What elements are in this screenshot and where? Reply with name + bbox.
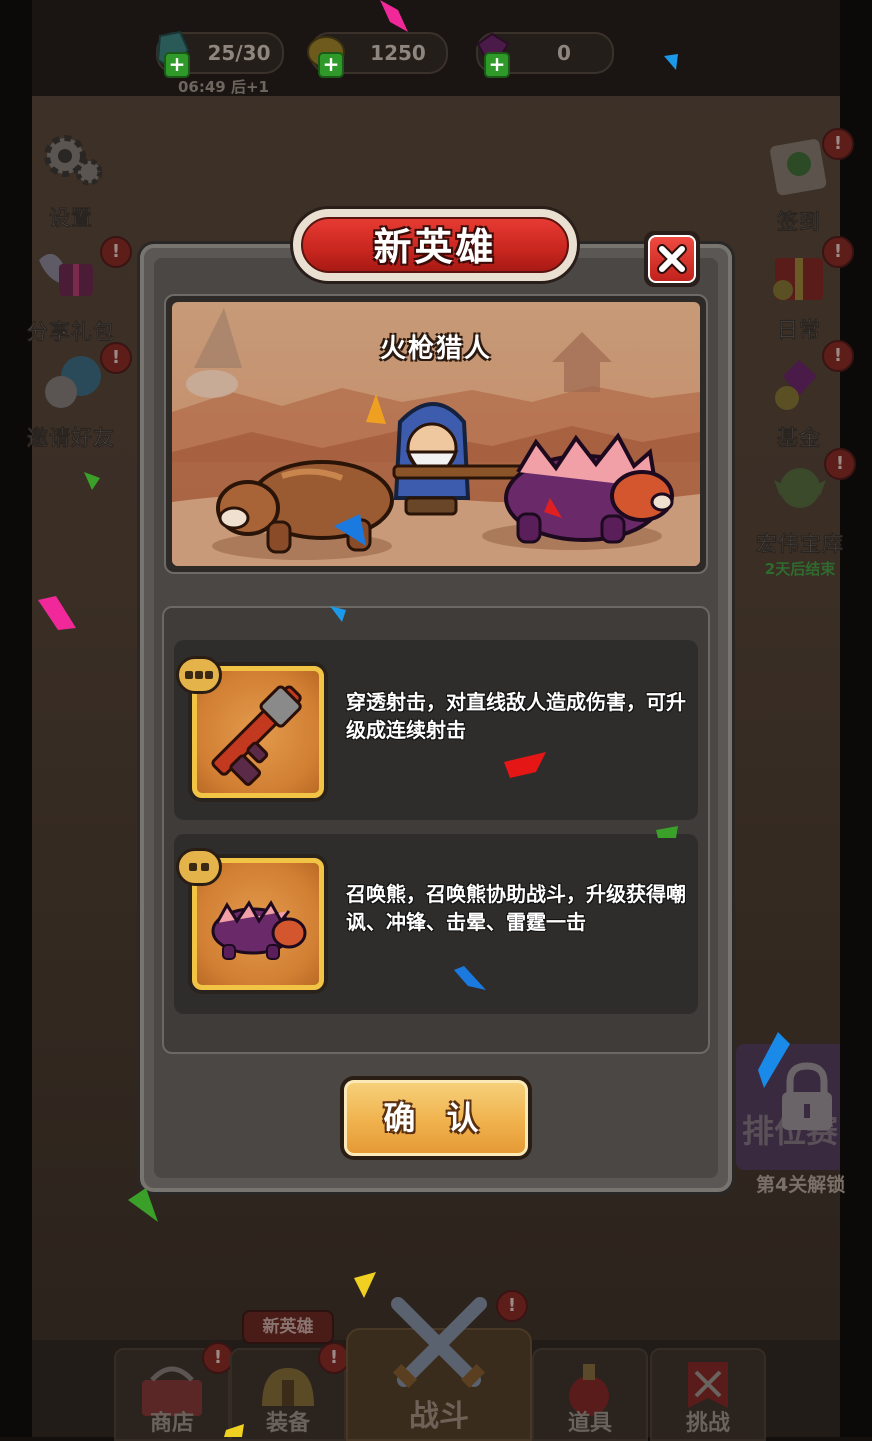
nav-items-label: 道具 (567, 1411, 612, 1436)
confetti-piece (504, 752, 546, 778)
nav-shop-label: 商店 (149, 1411, 194, 1436)
confetti-piece (366, 394, 386, 424)
skill-level-tag (176, 656, 222, 694)
confirm-button-face: 确 认 (344, 1080, 528, 1156)
close-icon (657, 244, 687, 274)
checkin-label: 签到 (777, 210, 821, 235)
confetti-piece (330, 606, 346, 622)
hero-name: 火枪猎人 (379, 334, 492, 364)
confetti-piece (380, 0, 408, 32)
nav-equip-label: 装备 (265, 1411, 310, 1436)
checkin-alert-badge: ! (822, 128, 854, 160)
hero-showcase-panel: 火枪猎人 (164, 294, 708, 574)
add-energy-icon[interactable]: + (164, 52, 190, 78)
share-gift-alert-badge: ! (100, 236, 132, 268)
settings-button[interactable]: 设置 (16, 126, 126, 232)
title-banner-ribbon: 新英雄 (301, 217, 569, 273)
friends-icon (45, 356, 101, 408)
level-pips-icon (189, 863, 209, 871)
confetti-piece (354, 1272, 376, 1298)
confetti-piece (84, 472, 100, 490)
crossed-swords-icon (391, 1297, 487, 1389)
nav-challenge-tab[interactable]: 挑战 (650, 1348, 766, 1441)
nav-items-tab[interactable]: 道具 (532, 1348, 648, 1441)
daily-alert-badge: ! (822, 236, 854, 268)
dialog-title-banner: 新英雄 (290, 206, 580, 284)
winged-gift-icon (39, 253, 93, 296)
nav-fight-tab[interactable]: ! 战斗 (346, 1290, 532, 1441)
confetti-piece (758, 1032, 790, 1088)
gear-icon (44, 135, 103, 186)
skill-level-tag (176, 848, 222, 886)
skill-card[interactable] (176, 656, 328, 802)
dialog-title: 新英雄 (373, 225, 497, 269)
gold-counter[interactable]: + 1250 (307, 32, 448, 78)
invite-label: 邀请好友 (27, 426, 115, 451)
nav-equip-tab[interactable]: ! 装备 (230, 1342, 350, 1441)
fund-button[interactable]: ! 基金 (744, 340, 854, 452)
close-button[interactable] (644, 231, 700, 287)
share-gift-label: 分享礼包 (27, 320, 115, 345)
level-pips-icon (185, 671, 213, 679)
energy-timer: 06:49 后+1 (178, 78, 269, 96)
confirm-label: 确 认 (383, 1099, 489, 1137)
settings-label: 设置 (49, 206, 93, 231)
nav-challenge-label: 挑战 (685, 1411, 730, 1436)
add-gold-icon[interactable]: + (318, 52, 344, 78)
confetti-piece (544, 498, 562, 518)
share-gift-button[interactable]: ! 分享礼包 (16, 236, 132, 346)
invite-friends-button[interactable]: ! 邀请好友 (16, 342, 132, 452)
gem-value: 0 (557, 41, 571, 65)
confetti-piece (224, 1424, 244, 1437)
add-gem-icon[interactable]: + (484, 52, 510, 78)
fund-alert-badge: ! (822, 340, 854, 372)
confetti-piece (454, 966, 486, 990)
nav-fight-label: 战斗 (409, 1399, 469, 1434)
confetti-piece (38, 596, 76, 630)
treasure-alert-badge: ! (824, 448, 856, 480)
confirm-button[interactable]: 确 认 (340, 1076, 532, 1160)
confetti-piece (334, 514, 366, 546)
skill-description: 穿透射击，对直线敌人造成伤害，可升级成连续射击 (346, 690, 686, 742)
treasure-countdown: 2天后结束 (764, 560, 836, 578)
confetti-piece (664, 54, 678, 70)
ranked-unlock-hint: 第4关解锁 (756, 1174, 846, 1196)
close-button-face (648, 235, 696, 283)
gem-counter[interactable]: + 0 (476, 32, 614, 78)
confetti-piece (128, 1188, 158, 1222)
invite-alert-badge: ! (100, 342, 132, 374)
energy-counter[interactable]: + 25/30 (156, 30, 284, 78)
treasure-button[interactable]: ! 宏伟宝库 2天后结束 (744, 448, 856, 579)
daily-button[interactable]: ! 日常 (744, 236, 854, 344)
gold-value: 1250 (370, 41, 426, 65)
skill-card[interactable] (176, 848, 328, 994)
treasure-label: 宏伟宝库 (756, 532, 844, 557)
checkin-button[interactable]: ! 签到 (744, 128, 854, 236)
confetti-piece (656, 826, 678, 838)
energy-value: 25/30 (207, 41, 271, 65)
fight-alert-badge: ! (496, 1290, 528, 1322)
new-hero-tag: 新英雄 (242, 1310, 334, 1344)
skill-description: 召唤熊，召唤熊协助战斗，升级获得嘲讽、冲锋、击晕、雷霆一击 (346, 882, 686, 934)
nav-shop-tab[interactable]: ! 商店 (114, 1342, 234, 1441)
